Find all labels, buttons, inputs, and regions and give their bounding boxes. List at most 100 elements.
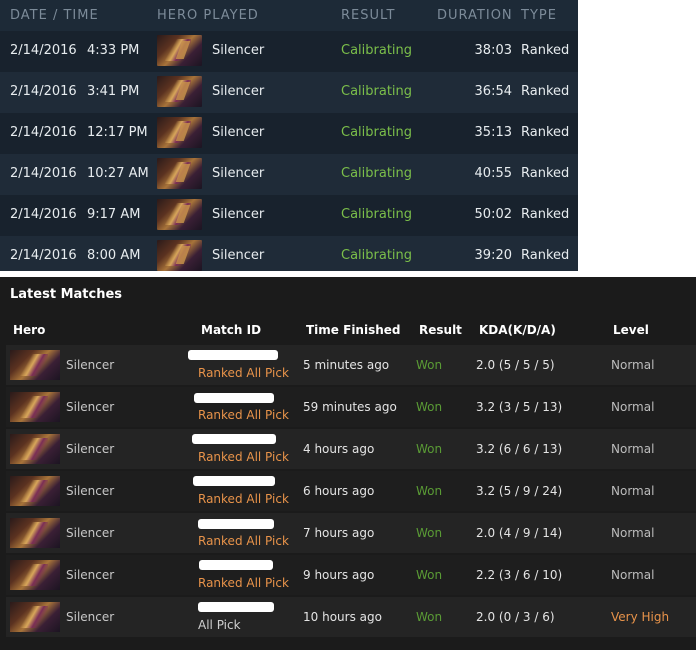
time-finished: 10 hours ago bbox=[303, 610, 382, 624]
time-finished: 5 minutes ago bbox=[303, 358, 390, 372]
recent-game-row[interactable]: 2/14/2016 12:17 PM Silencer Calibrating … bbox=[0, 113, 578, 154]
hero-name[interactable]: Silencer bbox=[66, 442, 114, 456]
hero-name[interactable]: Silencer bbox=[66, 358, 114, 372]
game-time: 8:00 AM bbox=[87, 248, 141, 263]
col-level[interactable]: Level bbox=[613, 323, 649, 337]
col-duration[interactable]: DURATION bbox=[437, 8, 513, 23]
silencer-hero-portrait-icon[interactable] bbox=[10, 518, 60, 548]
col-type[interactable]: TYPE bbox=[521, 8, 557, 23]
match-kda: 2.0 (0 / 3 / 6) bbox=[476, 610, 555, 624]
recent-game-row[interactable]: 2/14/2016 4:33 PM Silencer Calibrating 3… bbox=[0, 31, 578, 72]
col-match-id[interactable]: Match ID bbox=[201, 323, 261, 337]
latest-matches-header: Hero Match ID Time Finished Result KDA(K… bbox=[6, 319, 696, 341]
hero-name[interactable]: Silencer bbox=[66, 526, 114, 540]
silencer-hero-portrait-icon[interactable] bbox=[10, 476, 60, 506]
silencer-hero-portrait-icon[interactable] bbox=[157, 199, 202, 230]
silencer-hero-portrait-icon[interactable] bbox=[10, 434, 60, 464]
recent-game-row[interactable]: 2/14/2016 9:17 AM Silencer Calibrating 5… bbox=[0, 195, 578, 236]
game-type: Ranked bbox=[521, 84, 570, 99]
recent-game-row[interactable]: 2/14/2016 8:00 AM Silencer Calibrating 3… bbox=[0, 236, 578, 271]
redacted-match-id bbox=[192, 434, 276, 444]
match-level: Normal bbox=[611, 442, 655, 456]
recent-games-panel: DATE / TIME HERO PLAYED RESULT DURATION … bbox=[0, 0, 578, 271]
time-finished: 9 hours ago bbox=[303, 568, 375, 582]
match-row[interactable]: Silencer Ranked All Pick 6 hours ago Won… bbox=[6, 471, 696, 511]
silencer-hero-portrait-icon[interactable] bbox=[10, 350, 60, 380]
hero-name[interactable]: Silencer bbox=[66, 610, 114, 624]
silencer-hero-portrait-icon[interactable] bbox=[10, 560, 60, 590]
game-mode: All Pick bbox=[198, 618, 241, 632]
match-row[interactable]: Silencer Ranked All Pick 9 hours ago Won… bbox=[6, 555, 696, 595]
match-level: Normal bbox=[611, 400, 655, 414]
hero-name[interactable]: Silencer bbox=[66, 484, 114, 498]
silencer-hero-portrait-icon[interactable] bbox=[10, 392, 60, 422]
col-date-time[interactable]: DATE / TIME bbox=[10, 8, 99, 23]
hero-name[interactable]: Silencer bbox=[212, 125, 264, 140]
match-kda: 2.0 (5 / 5 / 5) bbox=[476, 358, 555, 372]
game-type: Ranked bbox=[521, 43, 570, 58]
silencer-hero-portrait-icon[interactable] bbox=[10, 602, 60, 632]
silencer-hero-portrait-icon[interactable] bbox=[157, 76, 202, 107]
game-time: 10:27 AM bbox=[87, 166, 149, 181]
time-finished: 59 minutes ago bbox=[303, 400, 397, 414]
hero-name[interactable]: Silencer bbox=[66, 400, 114, 414]
game-date: 2/14/2016 bbox=[10, 125, 77, 140]
hero-name[interactable]: Silencer bbox=[212, 207, 264, 222]
game-date: 2/14/2016 bbox=[10, 43, 77, 58]
game-time: 4:33 PM bbox=[87, 43, 140, 58]
redacted-match-id bbox=[188, 350, 278, 360]
match-result: Won bbox=[416, 484, 443, 498]
match-row[interactable]: Silencer Ranked All Pick 4 hours ago Won… bbox=[6, 429, 696, 469]
hero-name[interactable]: Silencer bbox=[212, 43, 264, 58]
time-finished: 7 hours ago bbox=[303, 526, 375, 540]
col-kda[interactable]: KDA(K/D/A) bbox=[479, 323, 556, 337]
match-result: Won bbox=[416, 610, 443, 624]
redacted-match-id bbox=[199, 560, 273, 570]
hero-name[interactable]: Silencer bbox=[212, 84, 264, 99]
game-mode: Ranked All Pick bbox=[198, 408, 289, 422]
game-duration: 50:02 bbox=[474, 207, 512, 222]
redacted-match-id bbox=[194, 393, 274, 403]
game-type: Ranked bbox=[521, 125, 570, 140]
redacted-match-id bbox=[198, 519, 274, 529]
col-result[interactable]: Result bbox=[419, 323, 462, 337]
silencer-hero-portrait-icon[interactable] bbox=[157, 240, 202, 271]
recent-games-header: DATE / TIME HERO PLAYED RESULT DURATION … bbox=[0, 0, 578, 32]
match-kda: 2.0 (4 / 9 / 14) bbox=[476, 526, 563, 540]
redacted-match-id bbox=[193, 476, 275, 486]
match-row[interactable]: Silencer Ranked All Pick 7 hours ago Won… bbox=[6, 513, 696, 553]
match-level: Normal bbox=[611, 358, 655, 372]
game-duration: 39:20 bbox=[474, 248, 512, 263]
silencer-hero-portrait-icon[interactable] bbox=[157, 35, 202, 66]
match-result: Won bbox=[416, 526, 443, 540]
game-mode: Ranked All Pick bbox=[198, 366, 289, 380]
col-result[interactable]: RESULT bbox=[341, 8, 395, 23]
game-duration: 35:13 bbox=[474, 125, 512, 140]
game-type: Ranked bbox=[521, 248, 570, 263]
match-kda: 3.2 (5 / 9 / 24) bbox=[476, 484, 563, 498]
game-result: Calibrating bbox=[341, 248, 413, 263]
latest-matches-panel: Latest Matches Hero Match ID Time Finish… bbox=[0, 277, 696, 650]
match-result: Won bbox=[416, 400, 443, 414]
match-row[interactable]: Silencer Ranked All Pick 5 minutes ago W… bbox=[6, 345, 696, 385]
game-time: 12:17 PM bbox=[87, 125, 148, 140]
game-type: Ranked bbox=[521, 207, 570, 222]
time-finished: 6 hours ago bbox=[303, 484, 375, 498]
col-hero-played[interactable]: HERO PLAYED bbox=[157, 8, 259, 23]
recent-game-row[interactable]: 2/14/2016 3:41 PM Silencer Calibrating 3… bbox=[0, 72, 578, 113]
game-date: 2/14/2016 bbox=[10, 166, 77, 181]
silencer-hero-portrait-icon[interactable] bbox=[157, 117, 202, 148]
silencer-hero-portrait-icon[interactable] bbox=[157, 158, 202, 189]
hero-name[interactable]: Silencer bbox=[212, 166, 264, 181]
col-time-finished[interactable]: Time Finished bbox=[306, 323, 401, 337]
recent-game-row[interactable]: 2/14/2016 10:27 AM Silencer Calibrating … bbox=[0, 154, 578, 195]
hero-name[interactable]: Silencer bbox=[212, 248, 264, 263]
game-duration: 38:03 bbox=[474, 43, 512, 58]
col-hero[interactable]: Hero bbox=[13, 323, 45, 337]
hero-name[interactable]: Silencer bbox=[66, 568, 114, 582]
match-level: Normal bbox=[611, 526, 655, 540]
game-mode: Ranked All Pick bbox=[198, 534, 289, 548]
game-mode: Ranked All Pick bbox=[198, 450, 289, 464]
match-row[interactable]: Silencer Ranked All Pick 59 minutes ago … bbox=[6, 387, 696, 427]
match-row[interactable]: Silencer All Pick 10 hours ago Won 2.0 (… bbox=[6, 597, 696, 637]
